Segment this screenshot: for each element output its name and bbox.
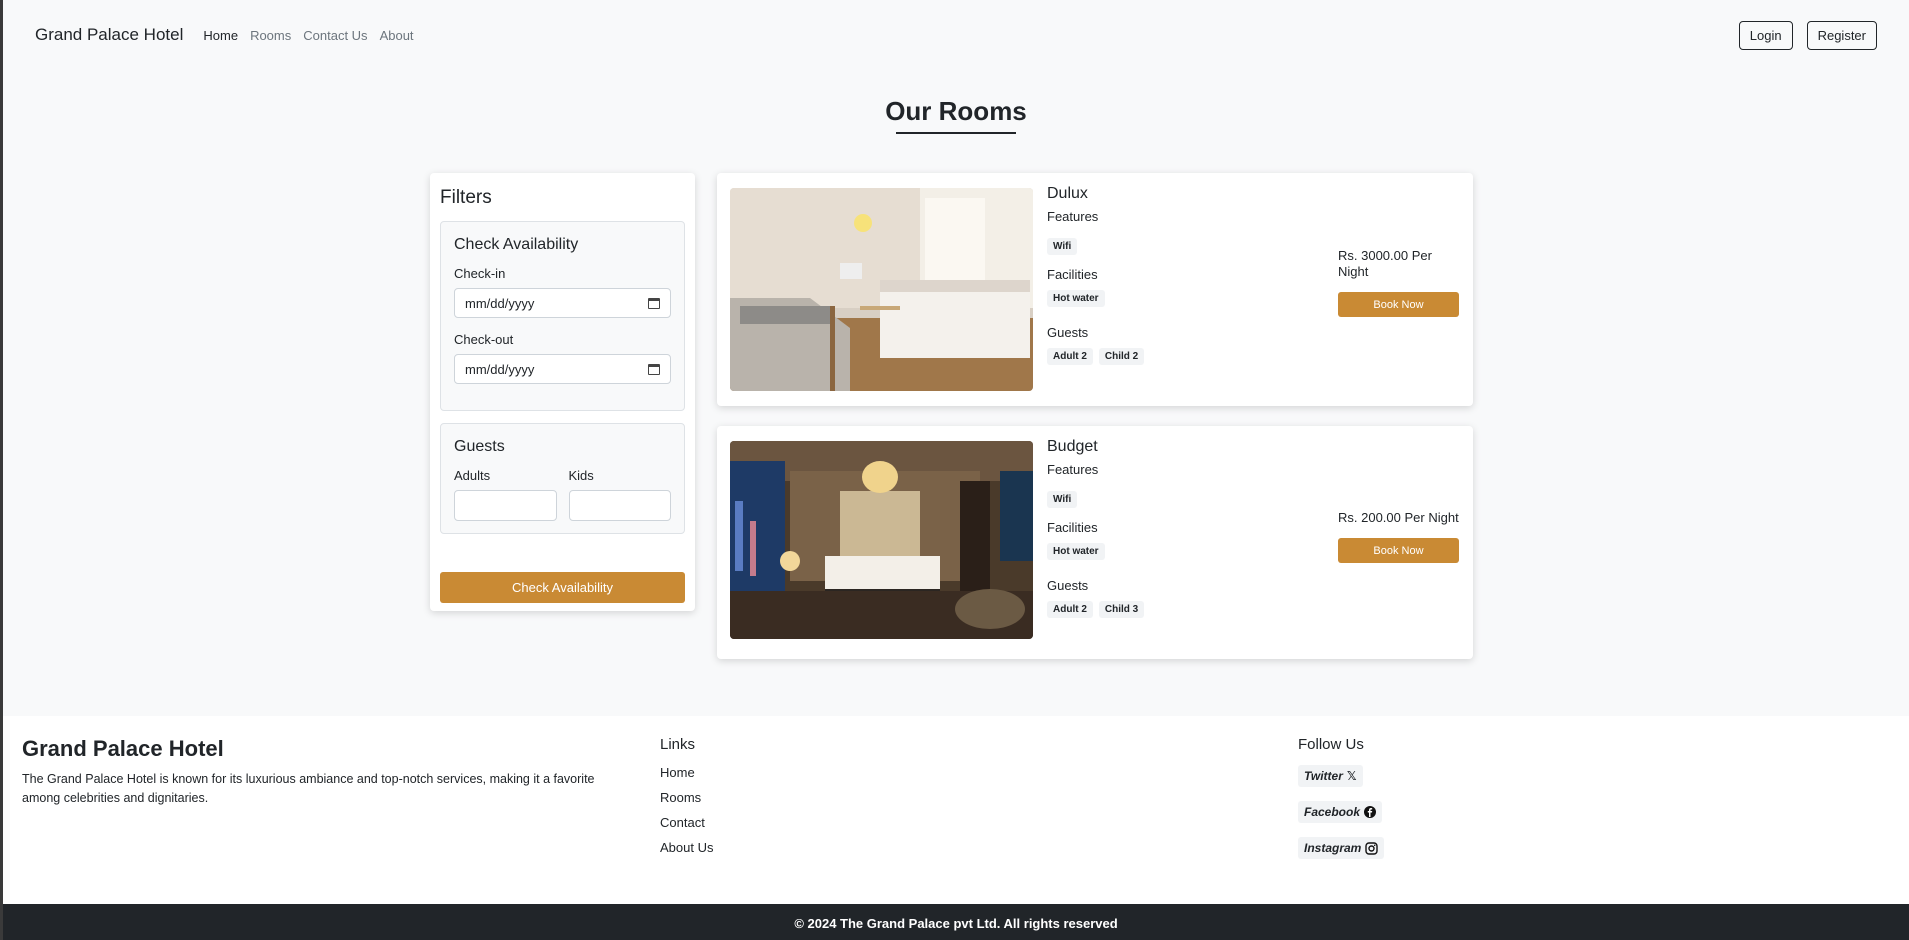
checkout-input[interactable]: mm/dd/yyyy [454,354,671,384]
check-availability-button[interactable]: Check Availability [440,572,685,603]
guests-label: Guests [1047,578,1089,593]
guests-badges: Adult 2 Child 3 [1047,601,1145,618]
guest-badge: Adult 2 [1047,348,1093,365]
footer-description: The Grand Palace Hotel is known for its … [22,772,595,805]
features-label: Features [1047,209,1099,224]
facebook-icon [1364,806,1377,818]
x-logo-icon: 𝕏 [1346,769,1357,783]
footer-follow-title: Follow Us [1298,736,1364,753]
room-info: Budget Features Wifi Facilities Hot wate… [1047,438,1145,630]
footer-link-home[interactable]: Home [660,765,713,780]
facilities-badges: Hot water [1047,543,1144,560]
room-card: Dulux Features Wifi Facilities Hot water… [717,173,1473,406]
nav-link-contact[interactable]: Contact Us [303,28,367,43]
filters-title: Filters [440,187,492,208]
availability-box: Check Availability Check-in mm/dd/yyyy C… [440,221,685,411]
room-image [730,441,1033,639]
availability-title: Check Availability [454,236,579,253]
facilities-label: Facilities [1047,520,1098,535]
facility-badge: Hot water [1047,543,1105,560]
page-title-section: Our Rooms [3,96,1909,134]
auth-buttons: Login Register [1738,20,1877,50]
room-name: Dulux [1047,185,1088,202]
calendar-icon[interactable] [648,363,660,375]
footer-about: Grand Palace Hotel The Grand Palace Hote… [22,736,622,808]
checkout-placeholder: mm/dd/yyyy [465,361,535,377]
kids-label: Kids [568,468,594,483]
room-card: Budget Features Wifi Facilities Hot wate… [717,426,1473,659]
room-price: Rs. 200.00 Per Night [1338,510,1459,525]
facilities-label: Facilities [1047,267,1098,282]
guests-box: Guests Adults Kids [440,423,685,534]
guest-badge: Child 2 [1098,348,1145,365]
price-column: Rs. 3000.00 Per Night Book Now [1338,248,1459,317]
guest-badge: Adult 2 [1047,601,1093,618]
twitter-link[interactable]: Twitter 𝕏 [1298,765,1363,787]
room-info: Dulux Features Wifi Facilities Hot water… [1047,185,1145,377]
feature-badge: Wifi [1047,238,1078,255]
features-badges: Wifi [1047,491,1144,508]
nav-link-rooms[interactable]: Rooms [250,28,291,43]
footer-link-about[interactable]: About Us [660,840,713,855]
checkout-label: Check-out [454,332,514,347]
footer-link-rooms[interactable]: Rooms [660,790,713,805]
room-name: Budget [1047,438,1098,455]
guests-badges: Adult 2 Child 2 [1047,348,1145,365]
title-underline [896,132,1016,134]
copyright-bar: © 2024 The Grand Palace pvt Ltd. All rig… [3,904,1909,940]
kids-col: Kids [568,468,671,521]
book-now-button[interactable]: Book Now [1338,538,1459,563]
login-button[interactable]: Login [1738,20,1793,50]
instagram-label: Instagram [1304,841,1362,855]
kids-input[interactable] [568,490,671,521]
page-title: Our Rooms [885,96,1027,126]
features-badges: Wifi [1047,238,1144,255]
book-now-button[interactable]: Book Now [1338,292,1459,317]
features-label: Features [1047,462,1099,477]
price-column: Rs. 200.00 Per Night Book Now [1338,510,1459,563]
adults-label: Adults [454,468,491,483]
adults-col: Adults [454,468,557,521]
facilities-badges: Hot water [1047,290,1144,307]
facebook-label: Facebook [1304,805,1361,819]
nav-link-about[interactable]: About [380,28,414,43]
room-image [730,188,1033,391]
footer-links-title: Links [660,736,696,753]
footer-link-contact[interactable]: Contact [660,815,713,830]
guests-title: Guests [454,438,505,455]
feature-badge: Wifi [1047,491,1078,508]
facebook-link[interactable]: Facebook [1298,801,1383,823]
checkin-label: Check-in [454,266,506,281]
footer-brand: Grand Palace Hotel [22,736,224,761]
navbar-brand[interactable]: Grand Palace Hotel [35,25,183,45]
nav-links: Home Rooms Contact Us About [203,28,413,43]
footer-social: Follow Us Twitter 𝕏 Facebook Instagram [1298,736,1385,873]
room-photo [730,441,1033,639]
checkin-input[interactable]: mm/dd/yyyy [454,288,671,318]
guest-badge: Child 3 [1098,601,1145,618]
facility-badge: Hot water [1047,290,1105,307]
guests-label: Guests [1047,325,1089,340]
checkin-placeholder: mm/dd/yyyy [465,295,535,311]
instagram-link[interactable]: Instagram [1298,837,1385,859]
footer: Grand Palace Hotel The Grand Palace Hote… [3,716,1909,904]
register-button[interactable]: Register [1806,20,1877,50]
room-photo [730,188,1033,391]
calendar-icon[interactable] [648,297,660,309]
room-price: Rs. 3000.00 Per Night [1338,248,1432,279]
guests-row: Adults Kids [454,468,671,521]
footer-links: Links Home Rooms Contact About Us [660,736,713,865]
filters-panel: Filters Check Availability Check-in mm/d… [430,173,695,611]
instagram-icon [1365,841,1379,855]
adults-input[interactable] [454,490,557,521]
twitter-label: Twitter [1304,769,1343,783]
navbar: Grand Palace Hotel Home Rooms Contact Us… [3,0,1909,70]
nav-link-home[interactable]: Home [203,28,238,43]
